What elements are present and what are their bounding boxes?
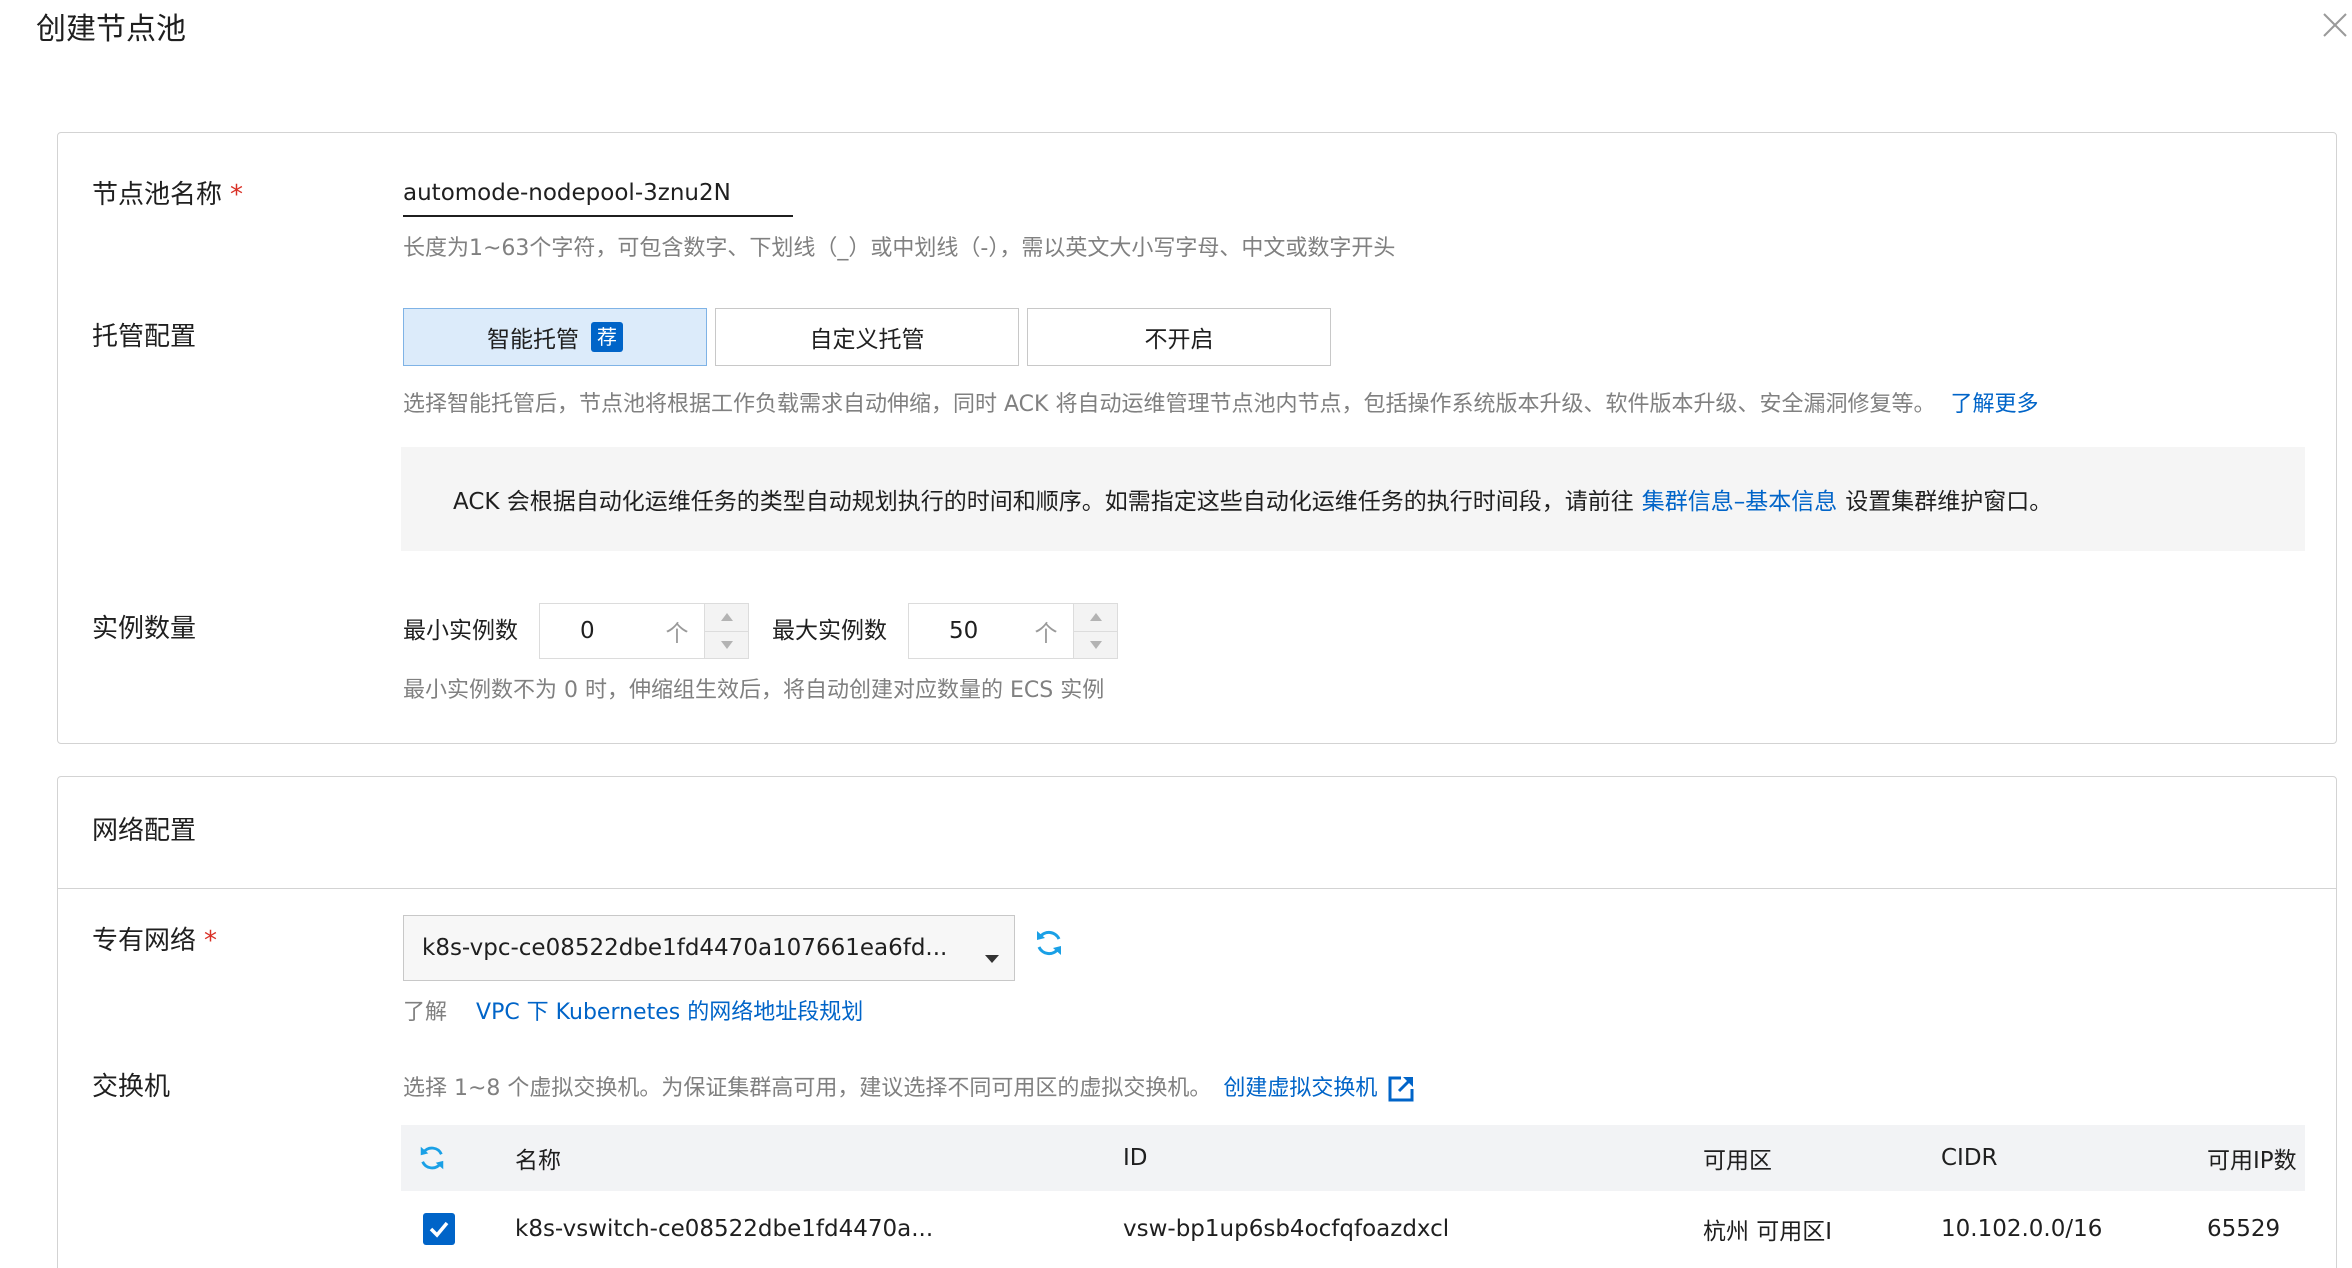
managed-config-label: 托管配置 xyxy=(92,322,197,352)
max-instances-stepper[interactable]: 50 个 xyxy=(908,603,1118,659)
dropdown-caret-icon xyxy=(984,944,1000,970)
max-instances-label: 最大实例数 xyxy=(772,618,887,644)
network-section-title: 网络配置 xyxy=(92,816,197,846)
min-instances-value[interactable]: 0 xyxy=(540,604,650,658)
row-checkbox[interactable] xyxy=(423,1213,455,1245)
create-nodepool-dialog: 创建节点池 节点池名称* 长度为1~63个字符，可包含数字、下划线（_）或中划线… xyxy=(0,0,2352,1268)
required-mark: * xyxy=(230,180,244,210)
cluster-info-link[interactable]: 集群信息–基本信息 xyxy=(1642,482,1838,516)
increment-icon[interactable] xyxy=(705,604,748,631)
nodepool-name-hint: 长度为1~63个字符，可包含数字、下划线（_）或中划线（-），需以英文大小写字母… xyxy=(403,236,1396,261)
column-header-name: 名称 xyxy=(515,1148,561,1174)
learn-more-link[interactable]: 了解更多 xyxy=(1950,392,2038,417)
create-vswitch-link[interactable]: 创建虚拟交换机 xyxy=(1223,1073,1377,1105)
vpc-hint: 了解 VPC 下 Kubernetes 的网络地址段规划 xyxy=(403,1000,864,1025)
managed-option-off[interactable]: 不开启 xyxy=(1027,308,1331,366)
min-instances-unit: 个 xyxy=(665,621,689,647)
vswitch-label: 交换机 xyxy=(92,1072,171,1102)
max-instances-value[interactable]: 50 xyxy=(909,604,1019,658)
decrement-icon[interactable] xyxy=(705,630,748,659)
min-instances-label: 最小实例数 xyxy=(403,618,518,644)
vpc-planning-link[interactable]: VPC 下 Kubernetes 的网络地址段规划 xyxy=(476,1000,863,1025)
min-instances-stepper[interactable]: 0 个 xyxy=(539,603,749,659)
vswitch-ips-cell: 65529 xyxy=(2207,1216,2281,1242)
network-config-card: 网络配置 专有网络 * k8s-vpc-ce08522dbe1fd4470a107… xyxy=(57,776,2337,1268)
managed-option-smart[interactable]: 智能托管 荐 xyxy=(403,308,707,366)
decrement-icon[interactable] xyxy=(1074,630,1117,659)
min-stepper-arrows xyxy=(704,604,748,658)
column-header-zone: 可用区 xyxy=(1703,1148,1772,1174)
required-mark: * xyxy=(204,926,218,956)
column-header-cidr: CIDR xyxy=(1941,1145,1998,1171)
managed-option-custom[interactable]: 自定义托管 xyxy=(715,308,1019,366)
close-icon[interactable] xyxy=(2318,8,2352,42)
vpc-label: 专有网络 * xyxy=(92,926,218,956)
max-stepper-arrows xyxy=(1073,604,1117,658)
nodepool-name-input[interactable] xyxy=(403,171,793,217)
recommend-badge: 荐 xyxy=(591,322,623,352)
dialog-title: 创建节点池 xyxy=(36,12,186,47)
vswitch-hint: 选择 1~8 个虚拟交换机。为保证集群高可用，建议选择不同可用区的虚拟交换机。 … xyxy=(403,1073,1415,1105)
vswitch-zone-cell: 杭州 可用区I xyxy=(1703,1219,1833,1245)
basic-config-card: 节点池名称* 长度为1~63个字符，可包含数字、下划线（_）或中划线（-），需以… xyxy=(57,132,2337,744)
nodepool-name-label: 节点池名称 * xyxy=(92,180,244,210)
vswitch-name-cell: k8s-vswitch-ce08522dbe1fd4470a... xyxy=(515,1216,934,1242)
instances-hint: 最小实例数不为 0 时，伸缩组生效后，将自动创建对应数量的 ECS 实例 xyxy=(403,678,1105,703)
max-instances-unit: 个 xyxy=(1034,621,1058,647)
vpc-select[interactable]: k8s-vpc-ce08522dbe1fd4470a107661ea6fd... xyxy=(403,915,1015,981)
refresh-icon[interactable] xyxy=(1033,927,1065,963)
network-section-header: 网络配置 xyxy=(58,777,2336,889)
instances-label: 实例数量 xyxy=(92,614,197,644)
maintenance-notice: ACK 会根据自动化运维任务的类型自动规划执行的时间和顺序。如需指定这些自动化运… xyxy=(401,447,2305,551)
table-refresh-icon[interactable] xyxy=(417,1125,447,1191)
vswitch-id-cell: vsw-bp1up6sb4ocfqfoazdxcl xyxy=(1123,1216,1450,1242)
external-link-icon[interactable] xyxy=(1387,1075,1415,1103)
vswitch-cidr-cell: 10.102.0.0/16 xyxy=(1941,1216,2103,1242)
vswitch-table-header: 名称 ID 可用区 CIDR 可用IP数 xyxy=(401,1125,2305,1191)
column-header-id: ID xyxy=(1123,1145,1148,1171)
managed-hint: 选择智能托管后，节点池将根据工作负载需求自动伸缩，同时 ACK 将自动运维管理节… xyxy=(403,392,2039,417)
increment-icon[interactable] xyxy=(1074,604,1117,631)
table-row[interactable]: k8s-vswitch-ce08522dbe1fd4470a... vsw-bp… xyxy=(401,1191,2305,1267)
column-header-ips: 可用IP数 xyxy=(2207,1148,2297,1174)
